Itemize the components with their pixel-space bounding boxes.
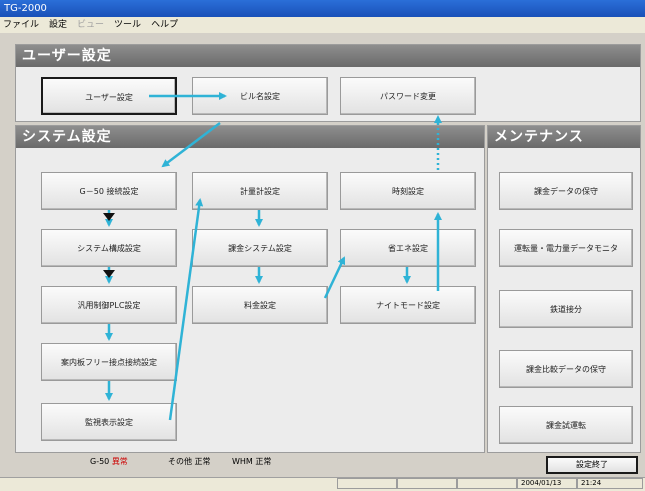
clock-settings-button[interactable]: 時刻設定: [340, 172, 476, 210]
menu-file[interactable]: ファイル: [3, 17, 39, 33]
maintenance-title: メンテナンス: [488, 126, 640, 148]
g50-status-label: G-50: [90, 457, 110, 466]
user-settings-title: ユーザー設定: [16, 45, 640, 67]
user-settings-button[interactable]: ユーザー設定: [41, 77, 177, 115]
title-bar: TG-2000: [0, 0, 645, 17]
g50-status-value: 異常: [111, 457, 128, 466]
energy-saving-button[interactable]: 省エネ設定: [340, 229, 476, 267]
pulse-allocation-button[interactable]: 鉄道接分: [499, 290, 633, 328]
billing-compare-button[interactable]: 課金比較データの保守: [499, 350, 633, 388]
monitor-display-button[interactable]: 監視表示設定: [41, 403, 177, 441]
billing-system-button[interactable]: 課金システム設定: [192, 229, 328, 267]
menu-bar: ファイル 設定 ビュー ツール ヘルプ: [0, 17, 645, 33]
other-status-label: その他: [168, 457, 192, 466]
meter-settings-button[interactable]: 計量計設定: [192, 172, 328, 210]
system-config-button[interactable]: システム構成設定: [41, 229, 177, 267]
system-settings-title: システム設定: [16, 126, 484, 148]
status-date: 2004/01/13: [517, 478, 577, 489]
finish-settings-button[interactable]: 設定終了: [546, 456, 638, 474]
guide-board-button[interactable]: 案内板フリー接点接続設定: [41, 343, 177, 381]
menu-tools[interactable]: ツール: [114, 17, 141, 33]
plc-settings-button[interactable]: 汎用制御PLC設定: [41, 286, 177, 324]
fee-settings-button[interactable]: 料金設定: [192, 286, 328, 324]
billing-trial-button[interactable]: 課金試運転: [499, 406, 633, 444]
power-monitor-button[interactable]: 運転量・電力量データモニタ: [499, 229, 633, 267]
menu-view[interactable]: ビュー: [77, 17, 104, 33]
other-status-value: 正常: [194, 457, 211, 466]
menu-help[interactable]: ヘルプ: [151, 17, 178, 33]
password-change-button[interactable]: パスワード変更: [340, 77, 476, 115]
building-name-button[interactable]: ビル名設定: [192, 77, 328, 115]
window-title: TG-2000: [4, 3, 47, 14]
whm-status-value: 正常: [255, 457, 272, 466]
billing-data-button[interactable]: 課金データの保守: [499, 172, 633, 210]
g50-connection-button[interactable]: G－50 接続設定: [41, 172, 177, 210]
status-time: 21:24: [577, 478, 643, 489]
night-mode-button[interactable]: ナイトモード設定: [340, 286, 476, 324]
whm-status-label: WHM: [232, 457, 253, 466]
menu-settings[interactable]: 設定: [49, 17, 67, 33]
